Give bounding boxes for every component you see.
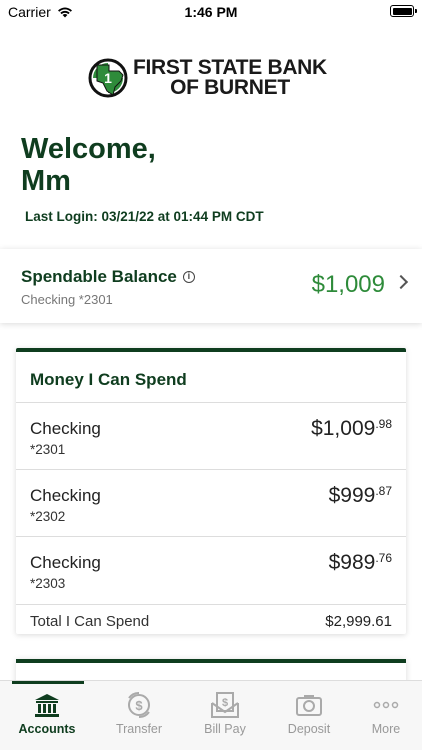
spendable-balance-title: Spendable Balance i: [21, 267, 195, 287]
spendable-balance-card[interactable]: Spendable Balance i Checking *2301 $1,00…: [0, 249, 422, 323]
tab-more[interactable]: More: [344, 681, 422, 750]
tab-bar: Accounts $ Transfer $ Bill Pay Deposit M…: [0, 680, 422, 750]
logo-line-2: OF BURNET: [170, 76, 290, 99]
tab-deposit[interactable]: Deposit: [267, 681, 351, 750]
account-name: Checking: [30, 553, 101, 572]
account-name: Checking: [30, 486, 101, 505]
chevron-right-icon: [393, 274, 409, 290]
total-label: Total I Can Spend: [30, 613, 150, 630]
svg-text:1: 1: [104, 70, 112, 86]
svg-text:$: $: [135, 698, 143, 713]
more-icon: [373, 701, 399, 709]
account-row[interactable]: Checking *2301 $1,009.98: [16, 402, 406, 469]
account-balance: $989.76: [328, 551, 392, 574]
tab-deposit-label: Deposit: [287, 722, 331, 736]
svg-text:$: $: [222, 697, 228, 709]
account-balance: $1,009.98: [311, 417, 392, 440]
tab-transfer[interactable]: $ Transfer: [97, 681, 181, 750]
logo-mark-icon: 1: [88, 58, 128, 98]
money-card-title: Money I Can Spend: [30, 370, 187, 389]
welcome-line-1: Welcome,: [21, 133, 156, 165]
account-number: *2303: [30, 576, 66, 591]
bank-logo: 1 FIRST STATE BANK OF BURNET: [87, 56, 337, 100]
status-time: 1:46 PM: [184, 4, 238, 20]
account-name: Checking: [30, 419, 101, 438]
spendable-balance-label: Spendable Balance: [21, 267, 177, 286]
account-number: *2302: [30, 509, 66, 524]
bank-icon: [35, 694, 59, 717]
account-row[interactable]: Checking *2303 $989.76: [16, 536, 406, 604]
money-i-can-spend-card: Money I Can Spend Checking *2301 $1,009.…: [16, 348, 406, 634]
transfer-icon: $: [128, 692, 150, 718]
status-bar: Carrier 1:46 PM: [0, 0, 422, 24]
logo-text: FIRST STATE BANK OF BURNET: [133, 56, 327, 99]
account-number: *2301: [30, 442, 66, 457]
account-row[interactable]: Checking *2302 $999.87: [16, 469, 406, 536]
tab-bill-pay[interactable]: $ Bill Pay: [183, 681, 267, 750]
tab-accounts[interactable]: Accounts: [5, 681, 89, 750]
tab-more-label: More: [371, 722, 401, 736]
logo-line-1: FIRST STATE BANK: [133, 56, 327, 79]
deposit-icon: [296, 695, 322, 716]
welcome-user-name: Mm: [21, 165, 71, 197]
bill-pay-icon: $: [211, 692, 239, 718]
spendable-account: Checking *2301: [21, 292, 113, 307]
total-value: $2,999.61: [325, 613, 392, 630]
tab-bill-pay-label: Bill Pay: [204, 722, 246, 736]
battery-icon: [390, 5, 417, 17]
info-icon[interactable]: i: [182, 271, 195, 283]
tab-transfer-label: Transfer: [115, 722, 163, 736]
last-login: Last Login: 03/21/22 at 01:44 PM CDT: [25, 209, 264, 224]
tab-accounts-label: Accounts: [18, 722, 76, 736]
welcome-heading: Welcome, Mm: [21, 133, 156, 197]
spendable-amount: $1,009: [311, 271, 385, 298]
account-balance: $999.87: [328, 484, 392, 507]
total-row: Total I Can Spend $2,999.61: [16, 604, 406, 634]
